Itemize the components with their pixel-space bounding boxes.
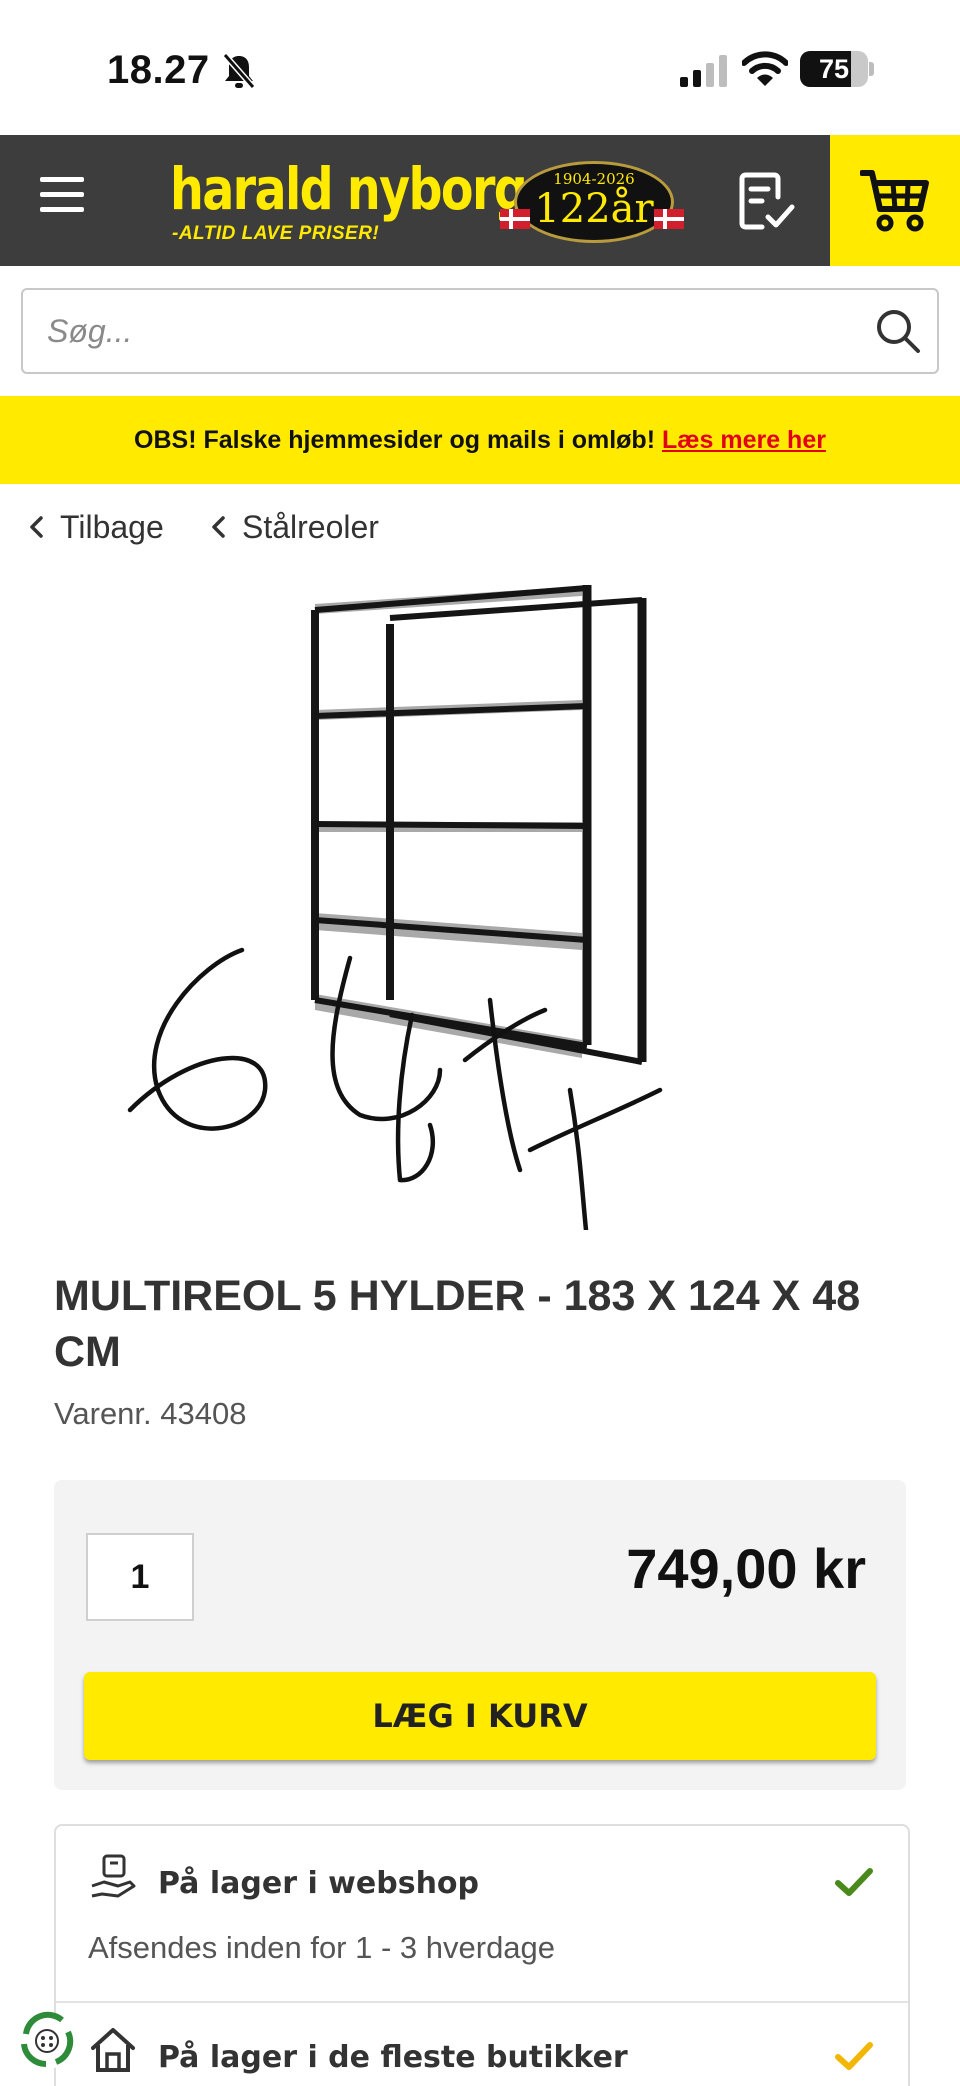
harald-nyborg-logo[interactable]: harald nyborg -ALTID LAVE PRISER! 1904-2…: [162, 153, 684, 249]
status-time: 18.27: [107, 48, 210, 92]
anniversary-badge: 1904-2026 122år: [514, 161, 674, 243]
battery-icon: 75: [800, 51, 874, 87]
chevron-left-icon: [212, 516, 225, 538]
site-header: harald nyborg -ALTID LAVE PRISER! 1904-2…: [0, 135, 960, 266]
handwritten-note: [127, 947, 663, 1230]
breadcrumb-category-label: Stålreoler: [242, 508, 379, 545]
checkmark-green-icon: [835, 1868, 873, 1896]
recycle-badge-icon[interactable]: [16, 2010, 78, 2072]
product-price: 749,00 kr: [626, 1537, 866, 1600]
breadcrumb-category[interactable]: Stålreoler: [208, 505, 379, 549]
warning-banner: OBS! Falske hjemmesider og mails i omløb…: [0, 396, 960, 484]
back-link[interactable]: Tilbage: [26, 505, 164, 549]
package-hand-icon: [91, 1854, 136, 1898]
danish-flag-icon: [654, 209, 684, 229]
search-bar: [21, 288, 939, 374]
webshop-shipping-note: Afsendes inden for 1 - 3 hverdage: [88, 1930, 556, 1965]
bell-muted-icon: [222, 53, 256, 89]
product-sku: Varenr. 43408: [54, 1396, 247, 1431]
search-icon[interactable]: [875, 308, 921, 354]
cart-button[interactable]: [830, 135, 960, 266]
status-bar: 18.27 75: [0, 0, 960, 135]
banner-read-more-link[interactable]: Læs mere her: [662, 426, 826, 454]
hamburger-menu-icon[interactable]: [40, 177, 84, 225]
divider: [56, 2001, 908, 2003]
stores-stock-title: På lager i de fleste butikker: [158, 2040, 628, 2075]
battery-percent: 75: [818, 54, 850, 84]
cellular-signal-icon: [680, 55, 727, 87]
logo-tagline: -ALTID LAVE PRISER!: [172, 223, 380, 244]
back-link-label: Tilbage: [60, 508, 164, 545]
banner-text: OBS! Falske hjemmesider og mails i omløb…: [134, 426, 656, 454]
checkmark-yellow-icon: [835, 2042, 873, 2070]
quantity-input[interactable]: [86, 1533, 194, 1621]
product-image[interactable]: [100, 570, 700, 1230]
webshop-stock-title: På lager i webshop: [158, 1866, 480, 1901]
stock-info: På lager i webshop Afsendes inden for 1 …: [54, 1824, 910, 2086]
buy-box: 749,00 kr LÆG I KURV: [54, 1480, 906, 1790]
search-input[interactable]: [47, 290, 867, 372]
shopping-list-icon[interactable]: [738, 171, 796, 231]
wifi-icon: [742, 51, 788, 86]
danish-flag-icon: [500, 209, 530, 229]
store-icon: [91, 2028, 135, 2072]
shelf-frame: [311, 585, 647, 1065]
logo-wordmark: harald nyborg: [170, 155, 528, 223]
chevron-left-icon: [30, 516, 43, 538]
product-title: MULTIREOL 5 HYLDER - 183 X 124 X 48 CM: [54, 1272, 861, 1376]
cart-icon: [860, 170, 929, 232]
add-to-cart-button[interactable]: LÆG I KURV: [84, 1672, 876, 1760]
anniversary-number: 122år: [534, 186, 654, 232]
